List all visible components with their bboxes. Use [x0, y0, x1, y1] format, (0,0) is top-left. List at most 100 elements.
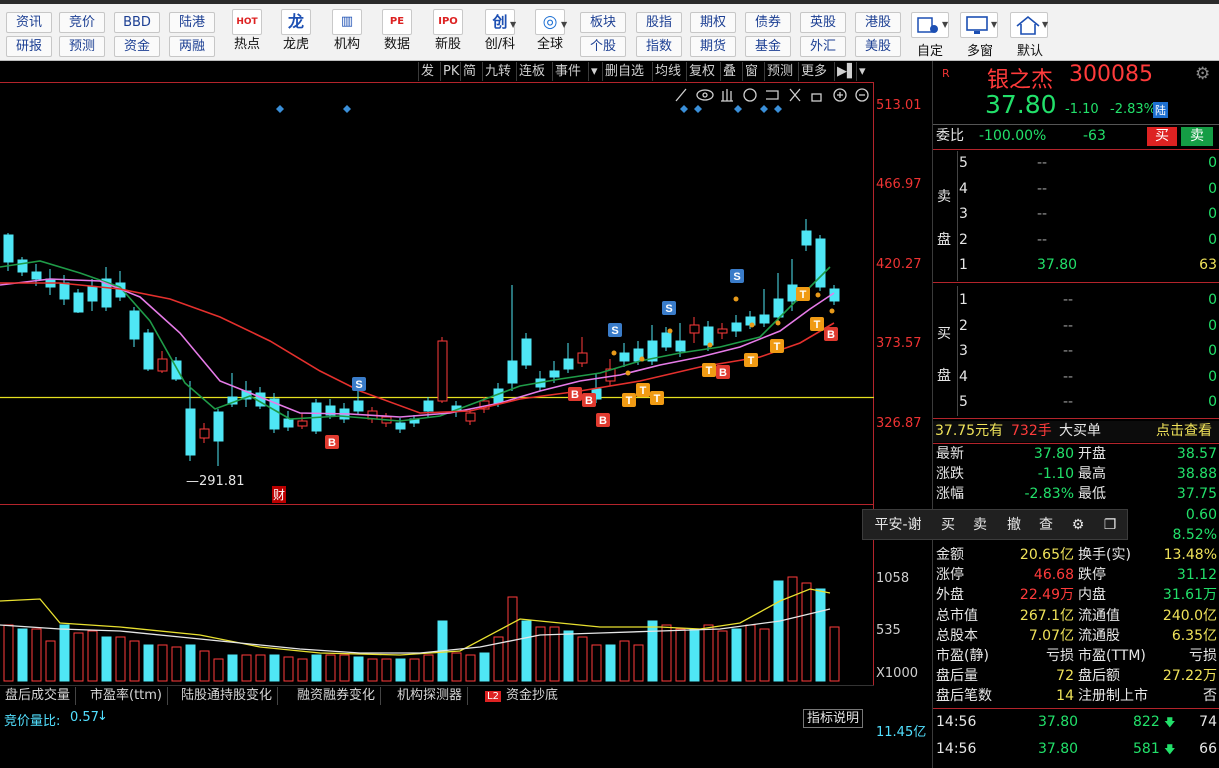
stat-value-right: 38.88 — [1176, 466, 1217, 483]
uk-stocks-button[interactable]: 英股 — [800, 12, 846, 33]
broker-account[interactable]: 平安-谢 — [867, 510, 929, 541]
quick-buy-button[interactable]: 买 — [1147, 127, 1177, 146]
quick-sell-button[interactable]: 卖 — [1181, 127, 1213, 146]
replay-icon[interactable] — [743, 88, 757, 102]
volume-bar — [283, 656, 294, 682]
default-dropdown-icon[interactable]: ▼ — [1042, 20, 1048, 29]
kline-chart-area[interactable]: 发 PK 简 九转 连板 事件 ▾ 删自选 均线 复权 叠 窗 预测 更多 ▶▌… — [0, 61, 932, 768]
financial-report-marker[interactable]: 财 — [272, 486, 287, 503]
hk-connect-button[interactable]: 陆港 — [169, 12, 215, 33]
margin-button[interactable]: 两融 — [169, 36, 215, 57]
main-toolbar: 资讯 竞价 BBD 陆港 研报 预测 资金 两融 HOT 热点 龙 龙虎 ▥ 机… — [0, 0, 1219, 61]
price-tick-4: 373.57 — [876, 336, 922, 351]
volume-bar — [199, 650, 210, 682]
volume-bar — [115, 636, 126, 682]
bid-price: -- — [1063, 292, 1074, 308]
eye-icon[interactable] — [696, 89, 714, 101]
institution-button[interactable]: ▥ 机构 — [323, 9, 371, 59]
futures-button[interactable]: 期货 — [690, 36, 736, 57]
chuang-ke-button[interactable]: 创 创/科 — [476, 9, 524, 59]
stat-row: 涨幅 -2.83% 最低 37.75 — [933, 484, 1219, 505]
signal-letter: B — [585, 395, 593, 407]
stat-value-left: 46.68 — [1033, 567, 1074, 584]
volume-bar — [409, 658, 420, 682]
tab-pe-ttm[interactable]: 市盈率(ttm) — [85, 687, 169, 705]
hk-stocks-button[interactable]: 港股 — [855, 12, 901, 33]
down-arrow-icon: ↓ — [97, 709, 108, 724]
hot-button[interactable]: HOT 热点 — [223, 9, 271, 59]
candle-body — [297, 420, 308, 427]
capital-button[interactable]: 资金 — [114, 36, 160, 57]
big-order-row[interactable]: 37.75元有 732手 大买单 点击查看 — [933, 421, 1219, 442]
l2-badge: L2 — [485, 691, 501, 702]
dragon-tiger-button[interactable]: 龙 龙虎 — [272, 9, 320, 59]
undo-icon[interactable] — [766, 90, 779, 100]
float-query-button[interactable]: 查 — [1031, 510, 1061, 541]
hand-icon[interactable] — [721, 89, 733, 102]
float-sell-button[interactable]: 卖 — [965, 510, 995, 541]
bid-price: -- — [1063, 394, 1074, 410]
float-cancel-button[interactable]: 撤 — [999, 510, 1029, 541]
r-mark: R — [942, 67, 950, 80]
stat-value-left: 267.1亿 — [1019, 607, 1074, 624]
signal-letter: T — [640, 385, 647, 397]
stat-value-right: 31.12 — [1176, 567, 1217, 584]
ipo-button[interactable]: IPO 新股 — [424, 9, 472, 59]
volume-bar — [745, 624, 756, 682]
data-icon: PE — [382, 9, 412, 35]
funds-button[interactable]: 基金 — [745, 36, 791, 57]
tab-capital-bottom-label: 资金抄底 — [505, 688, 558, 703]
price-tick-3: 420.27 — [876, 257, 922, 272]
big-order-view-link[interactable]: 点击查看 — [1156, 421, 1212, 442]
indices-button[interactable]: 指数 — [636, 36, 682, 57]
tab-institution-detector[interactable]: 机构探测器 — [392, 687, 469, 705]
bid-price: -- — [1063, 368, 1074, 385]
tab-northbound-holding[interactable]: 陆股通持股变化 — [176, 687, 279, 705]
float-buy-button[interactable]: 买 — [933, 510, 963, 541]
volume-bars — [0, 576, 840, 682]
tab-margin-change[interactable]: 融资融券变化 — [292, 687, 382, 705]
stocks-button[interactable]: 个股 — [580, 36, 626, 57]
gear-icon[interactable]: ⚙ — [1195, 64, 1210, 84]
tick-row: 14:56 37.80 822 🡇 74 — [933, 712, 1219, 733]
bonds-button[interactable]: 债券 — [745, 12, 791, 33]
popout-icon[interactable]: ❐ — [1095, 510, 1125, 541]
index-futures-button[interactable]: 股指 — [636, 12, 682, 33]
custom-dropdown-icon[interactable]: ▼ — [942, 20, 948, 29]
stat-row: 总市值 267.1亿 流通值 240.0亿 — [933, 606, 1219, 627]
stat-row: 市盈(静) 亏损 市盈(TTM) 亏损 — [933, 646, 1219, 667]
stat-label-right: 市盈(TTM) — [1078, 648, 1146, 664]
global-button[interactable]: ◎ 全球 — [526, 9, 574, 59]
signal-letter: T — [800, 289, 807, 301]
auction-button[interactable]: 竞价 — [59, 12, 105, 33]
news-button[interactable]: 资讯 — [6, 12, 52, 33]
forecast-button[interactable]: 预测 — [59, 36, 105, 57]
ask-price: -- — [1037, 180, 1048, 197]
dragon-tiger-label: 龙虎 — [282, 37, 309, 52]
pen-tool-icon[interactable] — [675, 88, 687, 102]
stat-row: 金额 20.65亿 换手(实) 13.48% — [933, 545, 1219, 566]
indicator-desc-button[interactable]: 指标说明 — [803, 709, 864, 728]
stat-label-right: 最高 — [1078, 466, 1106, 483]
data-button[interactable]: PE 数据 — [373, 9, 421, 59]
us-stocks-button[interactable]: 美股 — [855, 36, 901, 57]
stat-value-right: 38.57 — [1176, 446, 1217, 462]
lock-icon[interactable] — [811, 93, 822, 102]
tab-capital-bottom[interactable]: L2 资金抄底 — [480, 687, 563, 705]
settings-icon[interactable]: ⚙ — [1063, 510, 1093, 541]
bbd-button[interactable]: BBD — [114, 12, 160, 33]
research-button[interactable]: 研报 — [6, 36, 52, 57]
chuang-dropdown-icon[interactable]: ▼ — [510, 20, 516, 29]
forex-button[interactable]: 外汇 — [800, 36, 846, 57]
sector-button[interactable]: 板块 — [580, 12, 626, 33]
tab-after-hours-volume[interactable]: 盘后成交量 — [0, 687, 77, 705]
bid-volume: 0 — [1208, 394, 1217, 410]
tick-count: 66 — [1199, 741, 1217, 757]
eye-pupil-icon — [702, 92, 708, 98]
global-dropdown-icon[interactable]: ▼ — [561, 20, 567, 29]
options-button[interactable]: 期权 — [690, 12, 736, 33]
signal-letter: B — [719, 367, 727, 379]
scissors-icon[interactable] — [789, 88, 801, 102]
stat-label-left: 总市值 — [936, 607, 978, 624]
multi-window-dropdown-icon[interactable]: ▼ — [991, 20, 997, 29]
